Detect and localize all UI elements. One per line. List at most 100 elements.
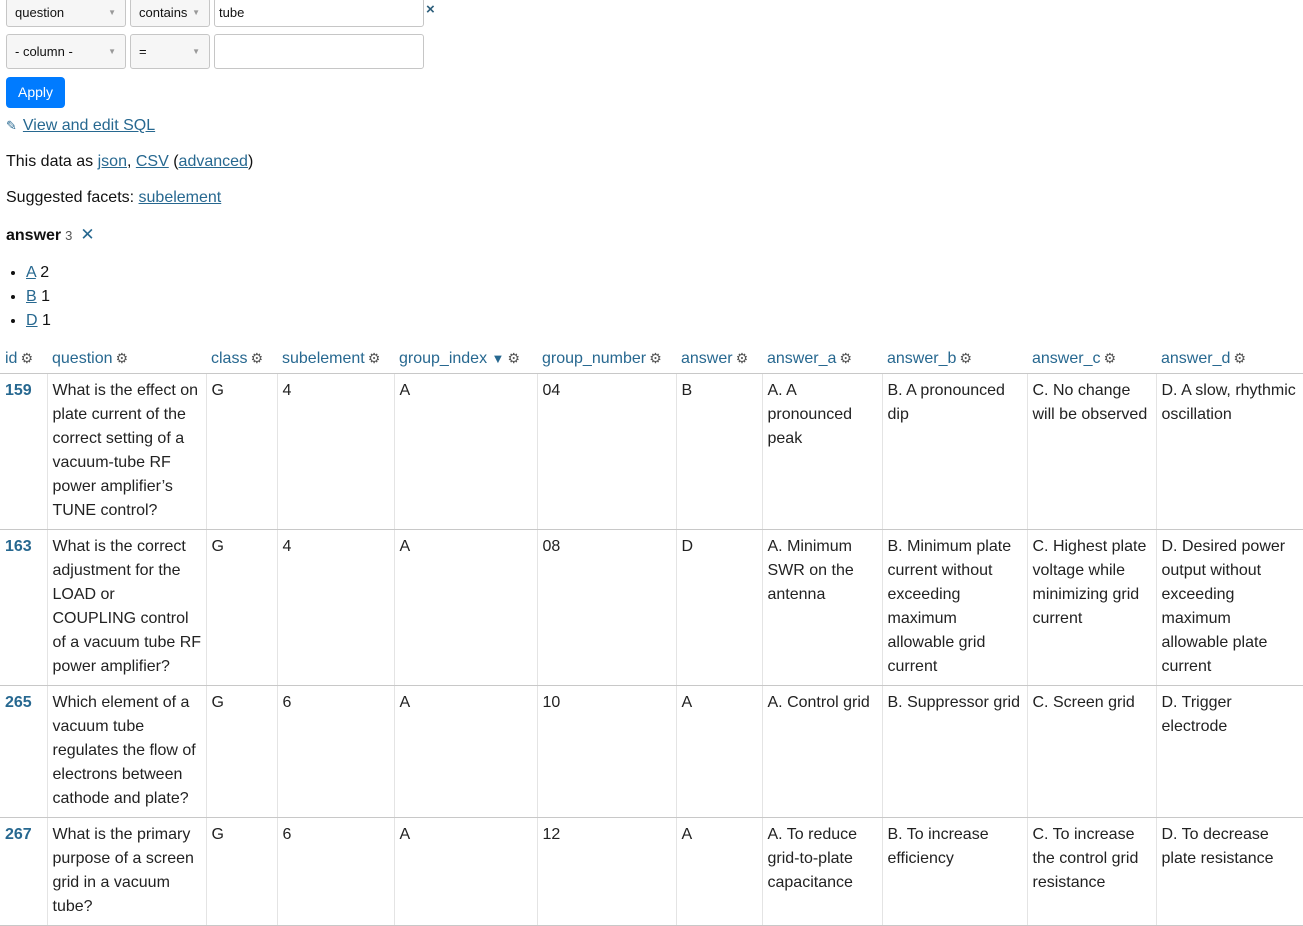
remove-filter-icon[interactable]: × xyxy=(426,1,435,18)
filter-value-input[interactable]: tube xyxy=(214,0,424,27)
cell-answer-d: D. To decrease plate resistance xyxy=(1156,817,1303,926)
column-header-answer-c[interactable]: answer_c ⚙ xyxy=(1027,346,1156,374)
cell-group-number: 12 xyxy=(537,817,677,926)
filter-operator-value: contains xyxy=(139,5,188,20)
cell-group-index: A xyxy=(394,529,538,686)
export-links: This data as json, CSV (advanced) xyxy=(6,153,254,170)
results-table: id ⚙ question ⚙ class ⚙ subelement ⚙ group_i… xyxy=(0,346,1303,926)
suggested-facets: Suggested facets: subelement xyxy=(6,189,1303,207)
cell-group-index: A xyxy=(394,817,538,926)
apply-button[interactable]: Apply xyxy=(6,77,66,108)
gear-icon[interactable]: ⚙ xyxy=(1233,350,1246,366)
cell-subelement: 6 xyxy=(277,817,395,926)
cell-subelement: 4 xyxy=(277,373,395,530)
cell-group-number: 04 xyxy=(537,373,677,530)
export-prefix: This data as xyxy=(6,153,98,170)
column-header-answer-d[interactable]: answer_d ⚙ xyxy=(1156,346,1303,374)
view-edit-sql-link[interactable]: View and edit SQL xyxy=(23,117,155,135)
column-header-answer-a[interactable]: answer_a ⚙ xyxy=(762,346,882,374)
table-row: 163 What is the correct adjustment for t… xyxy=(0,529,1303,686)
cell-answer-b: B. Minimum plate current without exceedi… xyxy=(882,529,1028,686)
facet-subelement-link[interactable]: subelement xyxy=(139,189,222,206)
facet-item: A 2 xyxy=(26,261,1303,285)
column-header-group-number[interactable]: group_number ⚙ xyxy=(537,346,676,374)
filter-value-input[interactable] xyxy=(214,34,424,69)
cell-answer-a: A. Minimum SWR on the antenna xyxy=(762,529,883,686)
csv-link[interactable]: CSV xyxy=(136,153,169,170)
filter-operator-select[interactable]: = ▼ xyxy=(130,34,210,69)
gear-icon[interactable]: ⚙ xyxy=(250,350,263,366)
cell-class: G xyxy=(206,685,278,818)
cell-id[interactable]: 267 xyxy=(0,817,48,926)
facet-item: B 1 xyxy=(26,285,1303,309)
gear-icon[interactable]: ⚙ xyxy=(839,350,852,366)
sql-link-row: ✎ View and edit SQL xyxy=(6,117,1303,135)
cell-answer-a: A. To reduce grid-to-plate capacitance xyxy=(762,817,883,926)
filter-column-value: - column - xyxy=(15,44,73,59)
cell-id[interactable]: 159 xyxy=(0,373,48,530)
column-header-answer-b[interactable]: answer_b ⚙ xyxy=(882,346,1027,374)
gear-icon[interactable]: ⚙ xyxy=(1103,350,1116,366)
pencil-icon: ✎ xyxy=(6,118,17,133)
facet-item: D 1 xyxy=(26,309,1303,333)
cell-answer-d: D. A slow, rhythmic oscillation xyxy=(1156,373,1303,530)
gear-icon[interactable]: ⚙ xyxy=(368,350,381,366)
cell-answer-b: B. To increase efficiency xyxy=(882,817,1028,926)
facet-item-count: 2 xyxy=(40,264,50,281)
column-header-group-index[interactable]: group_index ▼ ⚙ xyxy=(394,346,537,374)
cell-class: G xyxy=(206,529,278,686)
filter-operator-select[interactable]: contains ▼ xyxy=(130,0,210,27)
facet-item-link[interactable]: D xyxy=(26,312,38,329)
filter-column-select[interactable]: question ▼ xyxy=(6,0,126,27)
cell-group-number: 10 xyxy=(537,685,677,818)
cell-class: G xyxy=(206,817,278,926)
cell-answer-d: D. Desired power output without exceedin… xyxy=(1156,529,1303,686)
filter-column-select[interactable]: - column - ▼ xyxy=(6,34,126,69)
gear-icon[interactable]: ⚙ xyxy=(507,350,520,366)
cell-answer-b: B. A pronounced dip xyxy=(882,373,1028,530)
cell-subelement: 4 xyxy=(277,529,395,686)
gear-icon[interactable]: ⚙ xyxy=(20,350,33,366)
column-header-subelement[interactable]: subelement ⚙ xyxy=(277,346,394,374)
gear-icon[interactable]: ⚙ xyxy=(116,350,129,366)
cell-answer-c: C. Highest plate voltage while minimizin… xyxy=(1027,529,1157,686)
suggested-facets-prefix: Suggested facets: xyxy=(6,189,139,206)
cell-class: G xyxy=(206,373,278,530)
table-row: 159 What is the effect on plate current … xyxy=(0,373,1303,530)
filter-row-1: question ▼ contains ▼ tube × xyxy=(6,0,1303,27)
facet-item-link[interactable]: B xyxy=(26,288,37,305)
column-header-answer[interactable]: answer ⚙ xyxy=(676,346,762,374)
cell-group-number: 08 xyxy=(537,529,677,686)
cell-subelement: 6 xyxy=(277,685,395,818)
gear-icon[interactable]: ⚙ xyxy=(649,350,662,366)
cell-question: What is the effect on plate current of t… xyxy=(47,373,207,530)
facet-count: 3 xyxy=(65,228,73,243)
json-link[interactable]: json xyxy=(98,153,127,170)
column-header-id[interactable]: id ⚙ xyxy=(0,346,47,374)
gear-icon[interactable]: ⚙ xyxy=(736,350,749,366)
table-row: 267 What is the primary purpose of a scr… xyxy=(0,817,1303,926)
filter-column-value: question xyxy=(15,5,65,20)
facet-list: A 2 B 1 D 1 xyxy=(6,261,1303,333)
cell-answer: D xyxy=(676,529,763,686)
dropdown-caret-icon: ▼ xyxy=(192,46,200,56)
facet-item-count: 1 xyxy=(42,312,51,329)
cell-answer-d: D. Trigger electrode xyxy=(1156,685,1303,818)
table-row: 265 Which element of a vacuum tube regul… xyxy=(0,685,1303,818)
dropdown-caret-icon: ▼ xyxy=(192,7,200,17)
column-header-class[interactable]: class ⚙ xyxy=(206,346,277,374)
cell-answer-a: A. A pronounced peak xyxy=(762,373,883,530)
remove-facet-icon[interactable]: ✕ xyxy=(80,225,94,245)
advanced-link[interactable]: advanced xyxy=(179,153,248,170)
cell-answer-c: C. Screen grid xyxy=(1027,685,1157,818)
filter-operator-value: = xyxy=(139,44,147,59)
facet-item-link[interactable]: A xyxy=(26,264,36,281)
gear-icon[interactable]: ⚙ xyxy=(959,350,972,366)
cell-id[interactable]: 265 xyxy=(0,685,48,818)
filter-row-2: - column - ▼ = ▼ xyxy=(6,34,1303,69)
cell-answer: A xyxy=(676,685,763,818)
cell-id[interactable]: 163 xyxy=(0,529,48,686)
cell-group-index: A xyxy=(394,373,538,530)
column-header-question[interactable]: question ⚙ xyxy=(47,346,206,374)
cell-answer-c: C. To increase the control grid resistan… xyxy=(1027,817,1157,926)
